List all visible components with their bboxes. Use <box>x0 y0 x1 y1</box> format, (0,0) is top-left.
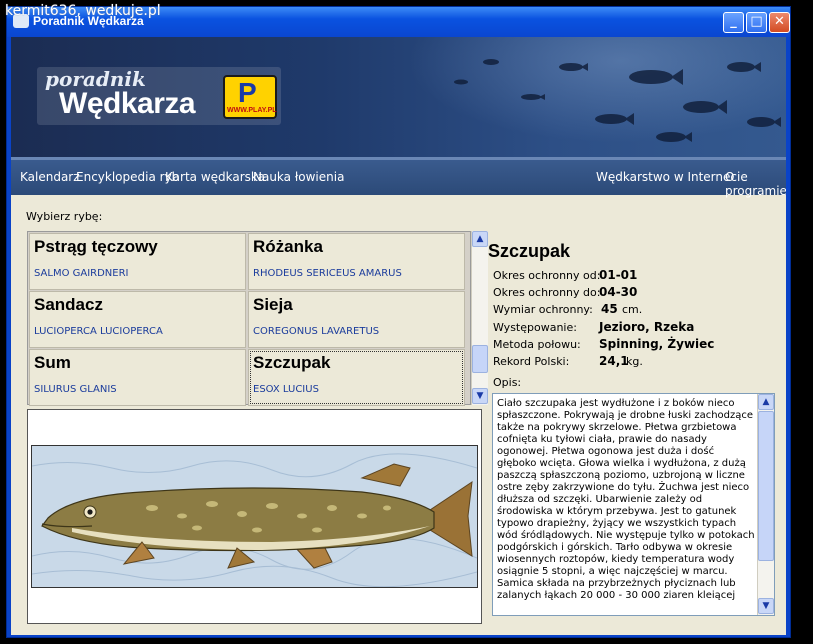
main-content: poradnik Wędkarza P WWW.PLAY.PL Kalendar… <box>11 37 786 635</box>
record-label: Rekord Polski: <box>493 355 570 368</box>
fish-latin-name: RHODEUS SERICEUS AMARUS <box>253 268 402 279</box>
menu-item-o-programie[interactable]: O programie <box>725 170 786 198</box>
record-value: 24,1 <box>599 354 629 368</box>
fish-card[interactable]: Sieja COREGONUS LAVARETUS <box>248 291 465 348</box>
app-window: Poradnik Wędkarza _ □ ✕ poradnik Wędkarz… <box>6 6 791 638</box>
scroll-up-arrow-icon[interactable]: ▲ <box>758 394 774 410</box>
minimize-button[interactable]: _ <box>723 12 744 33</box>
min-size-label: Wymiar ochronny: <box>493 303 593 316</box>
scroll-down-arrow-icon[interactable]: ▼ <box>758 598 774 614</box>
fish-card[interactable]: Różanka RHODEUS SERICEUS AMARUS <box>248 233 465 290</box>
logo-title: Wędkarza <box>59 87 196 120</box>
fish-card-selected[interactable]: Szczupak ESOX LUCIUS <box>248 349 465 406</box>
fish-list-scrollbar[interactable]: ▲ ▼ <box>471 231 488 405</box>
fish-latin-name: LUCIOPERCA LUCIOPERCA <box>34 326 163 337</box>
fish-latin-name: SILURUS GLANIS <box>34 384 117 395</box>
fish-name: Sieja <box>253 295 293 314</box>
scroll-thumb[interactable] <box>472 345 488 373</box>
fish-school-icon <box>454 59 781 142</box>
maximize-button[interactable]: □ <box>746 12 767 33</box>
min-size-value: 45 <box>601 302 618 316</box>
fish-detail-title: Szczupak <box>488 241 571 261</box>
description-box[interactable]: Ciało szczupaka jest wydłużone i z boków… <box>492 393 775 616</box>
watermark-text: kermit636, wedkuje.pl <box>5 3 161 19</box>
min-size-unit: cm. <box>622 303 643 316</box>
fish-name: Szczupak <box>253 353 331 372</box>
closed-season-from-value: 01-01 <box>599 268 638 282</box>
header-banner: poradnik Wędkarza P WWW.PLAY.PL <box>11 37 786 157</box>
record-unit: kg. <box>626 355 643 368</box>
menu-item-kalendarz[interactable]: Kalendarz <box>20 170 80 184</box>
fish-image-frame <box>27 409 482 624</box>
habitat-label: Występowanie: <box>493 321 577 334</box>
scroll-down-arrow-icon[interactable]: ▼ <box>472 388 488 404</box>
play-logo-url: WWW.PLAY.PL <box>227 107 277 114</box>
menu-item-karta[interactable]: Karta wędkarska <box>165 170 265 184</box>
fish-latin-name: COREGONUS LAVARETUS <box>253 326 380 337</box>
fish-card[interactable]: Sum SILURUS GLANIS <box>29 349 246 406</box>
fish-latin-name: ESOX LUCIUS <box>253 384 319 395</box>
fishing-method-label: Metoda połowu: <box>493 338 581 351</box>
closed-season-to-label: Okres ochronny do: <box>493 286 601 299</box>
close-button[interactable]: ✕ <box>769 12 790 33</box>
fish-name: Różanka <box>253 237 323 256</box>
pike-fish-icon <box>32 446 477 587</box>
description-scrollbar[interactable]: ▲ ▼ <box>757 394 774 615</box>
play-logo: P WWW.PLAY.PL <box>223 75 277 119</box>
fish-name: Pstrąg tęczowy <box>34 237 158 256</box>
fish-grid: Pstrąg tęczowy SALMO GAIRDNERI Różanka R… <box>27 231 471 406</box>
fishing-method-value: Spinning, Żywiec <box>599 337 715 351</box>
menu-bar: Kalendarz Encyklopedia ryb Karta wędkars… <box>11 157 786 198</box>
fish-card[interactable]: Pstrąg tęczowy SALMO GAIRDNERI <box>29 233 246 290</box>
fish-card[interactable]: Sandacz LUCIOPERCA LUCIOPERCA <box>29 291 246 348</box>
description-text: Ciało szczupaka jest wydłużone i z boków… <box>497 398 755 601</box>
scroll-up-arrow-icon[interactable]: ▲ <box>472 231 488 247</box>
fish-latin-name: SALMO GAIRDNERI <box>34 268 129 279</box>
closed-season-to-value: 04-30 <box>599 285 638 299</box>
menu-item-encyklopedia[interactable]: Encyklopedia ryb <box>76 170 179 184</box>
closed-season-from-label: Okres ochronny od: <box>493 269 601 282</box>
description-label: Opis: <box>493 376 522 389</box>
banner-fish-school-image <box>371 37 786 157</box>
fish-name: Sum <box>34 353 71 372</box>
pike-illustration <box>31 445 478 588</box>
play-logo-letter: P <box>238 77 257 108</box>
habitat-value: Jezioro, Rzeka <box>599 320 695 334</box>
menu-item-nauka[interactable]: Nauka łowienia <box>253 170 344 184</box>
fish-name: Sandacz <box>34 295 103 314</box>
scroll-thumb[interactable] <box>758 411 774 561</box>
choose-fish-label: Wybierz rybę: <box>26 210 103 223</box>
